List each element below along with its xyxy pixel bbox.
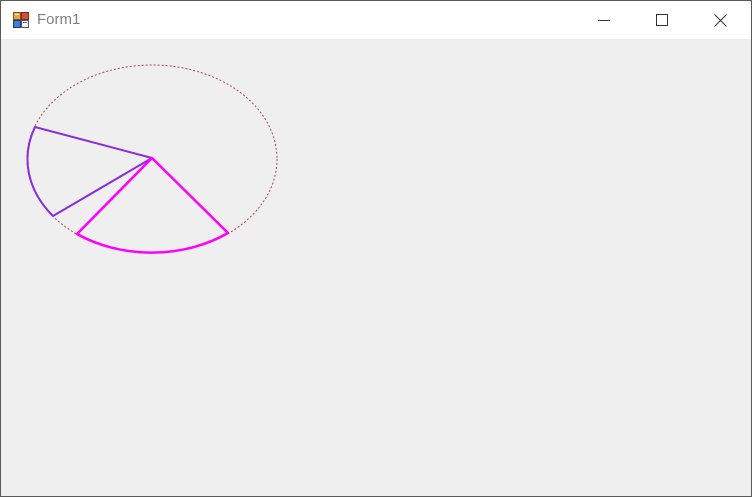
form-app-icon[interactable] [13,12,29,28]
close-icon [713,13,727,27]
drawing-canvas [26,64,278,254]
pie-slice-purple [26,126,153,217]
title-bar[interactable]: Form1 [1,1,751,39]
minimize-icon [598,20,610,21]
maximize-button[interactable] [633,1,691,39]
maximize-icon [656,14,668,26]
pie-slice-magenta [75,156,230,254]
form-client-area [1,39,751,496]
window-title: Form1 [37,11,81,28]
minimize-button[interactable] [575,1,633,39]
form-window: Form1 [0,0,752,497]
close-button[interactable] [691,1,749,39]
